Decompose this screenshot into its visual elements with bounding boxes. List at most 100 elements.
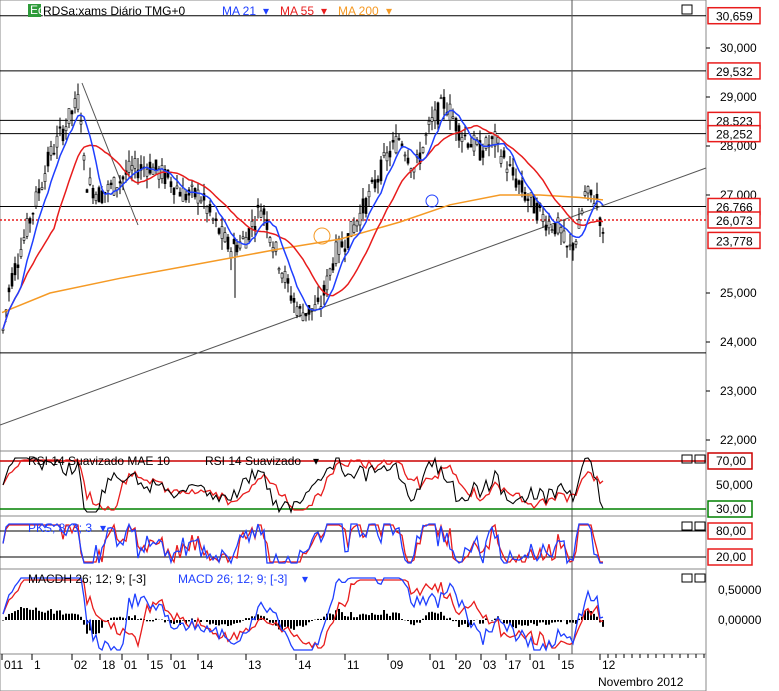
candle-body (337, 238, 341, 255)
x-tick-label: 17 (508, 658, 522, 672)
macdh-legend[interactable]: MACDH 26; 12; 9; [-3] (28, 572, 146, 586)
macd-hist-bar (302, 620, 304, 627)
macd-hist-bar (437, 613, 439, 620)
macd-hist-bar (305, 620, 307, 626)
candle-body (364, 198, 368, 214)
macd-hist-bar (527, 620, 529, 626)
macd-hist-bar (491, 620, 493, 621)
candle-body (451, 116, 455, 119)
candle-body (10, 273, 14, 287)
macd-hist-bar (215, 620, 217, 625)
candle-body (439, 97, 443, 100)
macd-hist-bar (401, 619, 403, 620)
candle-body (427, 120, 431, 125)
period-label: Novembro 2012 (598, 675, 684, 689)
macd-hist-bar (362, 613, 364, 620)
macd-hist-bar (548, 620, 550, 625)
candle-body (460, 137, 464, 142)
candle-body (268, 237, 272, 243)
candle-body (277, 268, 281, 271)
macd-hist-bar (317, 618, 319, 620)
macd-hist-bar (266, 618, 268, 620)
candle-body (223, 232, 227, 243)
candle-body (574, 241, 578, 245)
macd-hist-bar (383, 610, 385, 620)
x-tick-label: 15 (150, 658, 164, 672)
macd-hist-bar (50, 609, 52, 620)
macd-hist-bar (116, 617, 118, 620)
symbol-label[interactable]: RDSa:xams Diário TMG+0 (43, 4, 185, 18)
candle-body (1, 328, 5, 331)
macd-hist-bar (371, 612, 373, 620)
x-tick-label: 011 (4, 658, 23, 672)
candle-body (22, 237, 26, 241)
candle-body (355, 220, 359, 227)
macd-hist-bar (506, 620, 508, 624)
candle-body (304, 313, 308, 317)
ma200-legend[interactable]: MA 200 (338, 4, 379, 18)
stoch-level-label: 20,00 (716, 550, 746, 564)
macd-hist-bar (482, 620, 484, 624)
candle-body (295, 306, 299, 316)
candle-body (382, 152, 386, 157)
candle-body (253, 225, 257, 231)
candle-body (526, 198, 530, 201)
rsi-legend[interactable]: RSI 14 Suavizado (205, 454, 301, 468)
candle-body (76, 94, 80, 110)
macd-hist-bar (146, 620, 148, 622)
macd-hist-bar (299, 620, 301, 626)
macd-hist-bar (152, 620, 154, 622)
candle-body (181, 187, 185, 202)
macd-hist-bar (341, 612, 343, 620)
macd-hist-bar (557, 620, 559, 622)
candle-body (175, 185, 179, 189)
ma55-legend[interactable]: MA 55 (280, 4, 314, 18)
macd-tick-label: 0,00000 (718, 613, 762, 627)
candle-body (499, 155, 503, 164)
candle-body (544, 224, 548, 231)
rsi-level-label: 70,00 (716, 454, 746, 468)
candle-body (562, 230, 566, 243)
stoch-legend[interactable]: PKS; 8; 3; 3 (28, 521, 92, 535)
chevron-down-icon[interactable]: ▾ (302, 572, 308, 586)
candle-body (52, 152, 56, 155)
chevron-down-icon[interactable]: ▾ (321, 4, 327, 18)
candle-body (367, 190, 371, 198)
macd-hist-bar (479, 620, 481, 624)
macd-hist-bar (47, 610, 49, 620)
macd-hist-bar (353, 617, 355, 620)
macd-hist-bar (149, 620, 151, 622)
candle-body (67, 108, 71, 125)
macd-hist-bar (461, 620, 463, 625)
macd-legend[interactable]: MACD 26; 12; 9; [-3] (178, 572, 287, 586)
macd-hist-bar (392, 612, 394, 620)
macd-hist-bar (377, 614, 379, 620)
candle-body (91, 187, 95, 199)
chevron-down-icon[interactable]: ▾ (263, 4, 269, 18)
macd-hist-bar (2, 620, 4, 621)
macd-hist-bar (101, 620, 103, 628)
macd-hist-bar (119, 616, 121, 620)
chevron-down-icon[interactable]: ▾ (100, 521, 106, 535)
candle-body (70, 110, 74, 115)
rsi-mae-legend[interactable]: RSI 14 Suavizado MAE 10 (28, 454, 170, 468)
macd-hist-bar (17, 609, 19, 620)
candle-body (94, 193, 98, 201)
ma21-legend[interactable]: MA 21 (222, 4, 256, 18)
stock-chart[interactable]: 30,00029,00028,00027,00025,00024,00023,0… (0, 0, 779, 691)
macd-hist-bar (155, 618, 157, 620)
candle-body (589, 189, 593, 196)
macd-hist-bar (233, 620, 235, 624)
chevron-down-icon[interactable]: ▾ (313, 454, 319, 468)
macd-hist-bar (533, 620, 535, 625)
rsi-level-label: 30,00 (716, 502, 746, 516)
macd-hist-bar (269, 620, 271, 623)
candle-body (391, 139, 395, 143)
candle-body (325, 275, 329, 291)
macd-hist-bar (23, 608, 25, 620)
macd-hist-bar (587, 610, 589, 620)
macd-hist-bar (71, 613, 73, 620)
candle-body (106, 184, 110, 192)
macd-hist-bar (20, 606, 22, 620)
chevron-down-icon[interactable]: ▾ (386, 4, 392, 18)
